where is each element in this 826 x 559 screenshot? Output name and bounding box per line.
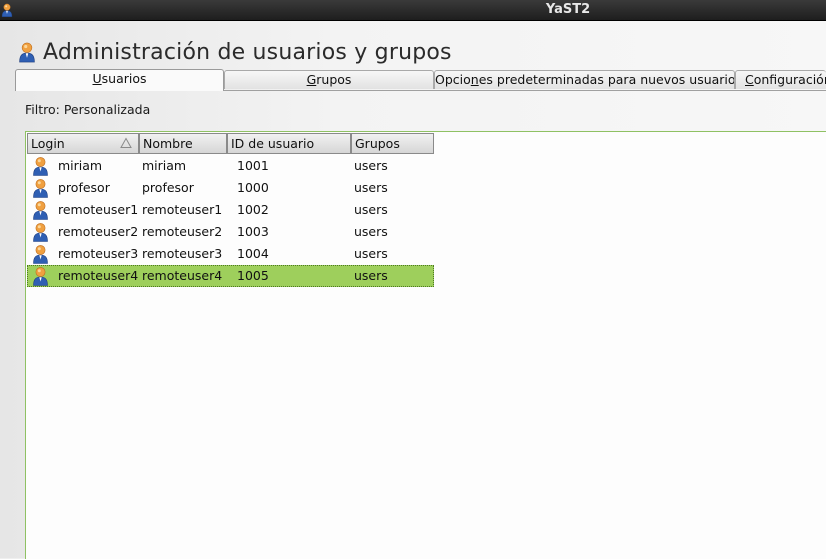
cell-login: remoteuser2 (58, 224, 139, 239)
tab-opciones-predeterminadas[interactable]: Opciones predeterminadas para nuevos usu… (434, 70, 735, 89)
cell-name: remoteuser4 (142, 268, 223, 283)
tab-label: es predeterminadas para nuevos usuarios (478, 72, 735, 87)
cell-login: profesor (58, 180, 110, 195)
cell-login: remoteuser1 (58, 202, 139, 217)
user-icon (32, 178, 49, 198)
cell-uid: 1001 (237, 158, 269, 173)
cell-login: remoteuser3 (58, 246, 139, 261)
column-label: ID de usuario (231, 136, 315, 151)
cell-groups: users (354, 246, 388, 261)
column-label: Nombre (143, 136, 193, 151)
cell-groups: users (354, 180, 388, 195)
column-header-nombre[interactable]: Nombre (139, 133, 227, 154)
column-header-grupos[interactable]: Grupos (351, 133, 434, 154)
cell-uid: 1005 (237, 268, 269, 283)
table-row[interactable]: profesor profesor 1000 users (27, 177, 434, 199)
table-row-selected[interactable]: remoteuser4 remoteuser4 1005 users (27, 265, 434, 287)
tab-label: suarios (101, 71, 147, 86)
column-header-login[interactable]: Login (27, 133, 139, 154)
user-icon (32, 200, 49, 220)
page-title: Administración de usuarios y grupos (43, 39, 452, 65)
cell-uid: 1002 (237, 202, 269, 217)
user-icon (32, 156, 49, 176)
user-icon (32, 222, 49, 242)
cell-groups: users (354, 224, 388, 239)
tab-mnemonic: G (306, 72, 317, 87)
tab-bar: Usuarios Grupos Opciones predeterminadas… (15, 69, 826, 91)
user-icon (18, 41, 36, 63)
tab-usuarios[interactable]: Usuarios (15, 69, 224, 91)
cell-groups: users (354, 202, 388, 217)
cell-uid: 1004 (237, 246, 269, 261)
tab-label: Opcio (435, 72, 471, 87)
cell-login: remoteuser4 (58, 268, 139, 283)
cell-uid: 1000 (237, 180, 269, 195)
table-body: miriam miriam 1001 users profesor profes… (27, 155, 434, 287)
cell-name: remoteuser1 (142, 202, 223, 217)
tab-mnemonic: n (470, 72, 479, 87)
tab-configuracion[interactable]: Configuración (735, 70, 826, 89)
cell-groups: users (354, 158, 388, 173)
column-label: Login (31, 136, 65, 151)
table-row[interactable]: remoteuser2 remoteuser2 1003 users (27, 221, 434, 243)
user-icon (32, 266, 49, 286)
users-table[interactable]: Login Nombre ID de usuario Grupos miriam… (25, 131, 826, 559)
table-row[interactable]: miriam miriam 1001 users (27, 155, 434, 177)
tab-label: onfiguración (753, 72, 826, 87)
cell-name: profesor (142, 180, 194, 195)
cell-name: remoteuser2 (142, 224, 223, 239)
page-header: Administración de usuarios y grupos (18, 39, 452, 65)
user-icon (32, 244, 49, 264)
table-row[interactable]: remoteuser1 remoteuser1 1002 users (27, 199, 434, 221)
tab-label: rupos (316, 72, 352, 87)
cell-login: miriam (58, 158, 103, 173)
column-header-uid[interactable]: ID de usuario (227, 133, 351, 154)
cell-uid: 1003 (237, 224, 269, 239)
table-row[interactable]: remoteuser3 remoteuser3 1004 users (27, 243, 434, 265)
filter-label: Filtro: Personalizada (25, 102, 151, 117)
tab-mnemonic: U (92, 71, 102, 86)
window-title: YaST2 (545, 2, 591, 17)
sort-ascending-icon (120, 137, 132, 148)
window-titlebar[interactable]: YaST2 (0, 0, 826, 21)
tab-mnemonic: C (745, 72, 754, 87)
cell-groups: users (354, 268, 388, 283)
column-label: Grupos (355, 136, 400, 151)
main-window: Administración de usuarios y grupos Usua… (0, 21, 826, 559)
tab-grupos[interactable]: Grupos (224, 70, 434, 89)
cell-name: remoteuser3 (142, 246, 223, 261)
cell-name: miriam (142, 158, 187, 173)
